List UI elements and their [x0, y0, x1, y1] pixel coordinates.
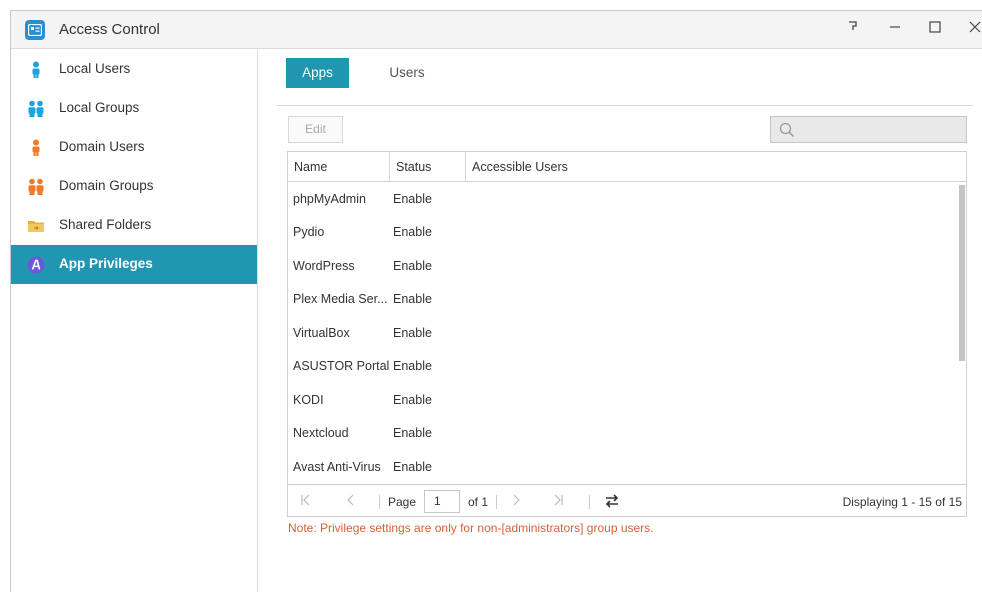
- sidebar-item-label: Domain Users: [59, 139, 145, 154]
- window-title: Access Control: [59, 21, 160, 38]
- first-page-icon: [301, 494, 310, 506]
- cell-status: Enable: [393, 225, 432, 239]
- column-header-status[interactable]: Status: [396, 160, 431, 174]
- refresh-icon: [605, 494, 619, 508]
- column-header-accessible-users[interactable]: Accessible Users: [472, 160, 568, 174]
- maximize-icon: [929, 21, 941, 33]
- table-row[interactable]: Nextcloud Enable: [288, 417, 956, 450]
- minimize-button[interactable]: [881, 17, 909, 41]
- sidebar-item-domain-users[interactable]: Domain Users: [11, 128, 257, 167]
- page-number-input[interactable]: 1: [424, 490, 460, 513]
- table-row[interactable]: VirtualBox Enable: [288, 317, 956, 350]
- table-scrollbar[interactable]: [957, 183, 966, 484]
- title-bar: Access Control: [11, 11, 982, 49]
- domain-user-icon: [32, 139, 40, 156]
- sidebar: Local Users Local Groups Domain Users Do…: [11, 50, 258, 592]
- last-page-icon: [554, 494, 563, 506]
- sidebar-item-label: Local Groups: [59, 100, 140, 115]
- sidebar-item-label: App Privileges: [59, 256, 153, 271]
- cell-status: Enable: [393, 359, 432, 373]
- tab-apps[interactable]: Apps: [286, 58, 349, 88]
- table-row[interactable]: Avast Anti-Virus Enable: [288, 451, 956, 484]
- column-divider: [465, 152, 466, 182]
- help-icon: [849, 21, 857, 30]
- first-page-button[interactable]: [300, 493, 312, 510]
- main-panel: Apps Users Edit Name Status Accessible U…: [277, 50, 973, 592]
- cell-name: WordPress: [293, 259, 355, 273]
- next-page-button[interactable]: [511, 493, 521, 510]
- cell-name: phpMyAdmin: [293, 192, 366, 206]
- table-header: Name Status Accessible Users: [288, 152, 966, 182]
- app-privileges-icon: [27, 256, 45, 274]
- sidebar-item-label: Local Users: [59, 61, 131, 76]
- cell-status: Enable: [393, 426, 432, 440]
- group-icon: [28, 100, 44, 117]
- edit-button[interactable]: Edit: [288, 116, 343, 143]
- search-input[interactable]: [770, 116, 967, 143]
- access-control-window: Access Control Local Users Local Groups …: [10, 10, 982, 592]
- tab-divider: [277, 105, 973, 106]
- sidebar-item-label: Shared Folders: [59, 217, 152, 232]
- cell-name: Nextcloud: [293, 426, 349, 440]
- tab-users[interactable]: Users: [382, 58, 432, 88]
- search-icon: [779, 122, 794, 137]
- user-icon: [32, 61, 40, 78]
- scrollbar-thumb[interactable]: [959, 185, 965, 361]
- cell-name: Plex Media Ser...: [293, 292, 388, 306]
- pager-divider: [496, 495, 497, 509]
- sidebar-item-domain-groups[interactable]: Domain Groups: [11, 167, 257, 206]
- page-label: Page: [388, 495, 417, 509]
- pager-divider: [379, 495, 380, 509]
- minimize-icon: [890, 26, 900, 28]
- sidebar-item-label: Domain Groups: [59, 178, 154, 193]
- sidebar-item-app-privileges[interactable]: App Privileges: [11, 245, 257, 284]
- cell-name: ASUSTOR Portal: [293, 359, 390, 373]
- close-icon: [969, 21, 981, 33]
- apps-table: Name Status Accessible Users phpMyAdmin …: [287, 151, 967, 517]
- table-row[interactable]: ASUSTOR Portal Enable: [288, 350, 956, 383]
- cell-status: Enable: [393, 192, 432, 206]
- cell-name: VirtualBox: [293, 326, 350, 340]
- table-row[interactable]: phpMyAdmin Enable: [288, 183, 956, 216]
- cell-status: Enable: [393, 259, 432, 273]
- cell-status: Enable: [393, 460, 432, 474]
- folder-icon: [28, 221, 44, 232]
- chevron-right-icon: [513, 494, 520, 506]
- table-row[interactable]: Pydio Enable: [288, 216, 956, 249]
- maximize-button[interactable]: [921, 17, 949, 41]
- cell-status: Enable: [393, 393, 432, 407]
- sidebar-item-shared-folders[interactable]: Shared Folders: [11, 206, 257, 245]
- access-control-app-icon: [25, 20, 45, 40]
- pager-status-text: Displaying 1 - 15 of 15: [842, 495, 962, 509]
- table-row[interactable]: KODI Enable: [288, 384, 956, 417]
- table-row[interactable]: WordPress Enable: [288, 250, 956, 283]
- privilege-note: Note: Privilege settings are only for no…: [288, 521, 654, 535]
- cell-status: Enable: [393, 292, 432, 306]
- page-count-label: of 1: [468, 495, 489, 509]
- sidebar-item-local-groups[interactable]: Local Groups: [11, 89, 257, 128]
- previous-page-button[interactable]: [346, 493, 356, 510]
- domain-group-icon: [28, 178, 44, 195]
- chevron-left-icon: [347, 494, 354, 506]
- sidebar-item-local-users[interactable]: Local Users: [11, 50, 257, 89]
- cell-name: Pydio: [293, 225, 325, 239]
- refresh-button[interactable]: [604, 493, 620, 512]
- pagination-bar: Page 1 of 1 Displaying 1 - 15 of 15: [288, 484, 966, 516]
- close-button[interactable]: [961, 17, 982, 41]
- last-page-button[interactable]: [552, 493, 564, 510]
- cell-name: KODI: [293, 393, 324, 407]
- column-divider: [389, 152, 390, 182]
- table-row[interactable]: Plex Media Ser... Enable: [288, 283, 956, 316]
- cell-status: Enable: [393, 326, 432, 340]
- column-header-name[interactable]: Name: [294, 160, 327, 174]
- pager-divider: [589, 495, 590, 509]
- cell-name: Avast Anti-Virus: [293, 460, 381, 474]
- help-button[interactable]: [839, 17, 867, 41]
